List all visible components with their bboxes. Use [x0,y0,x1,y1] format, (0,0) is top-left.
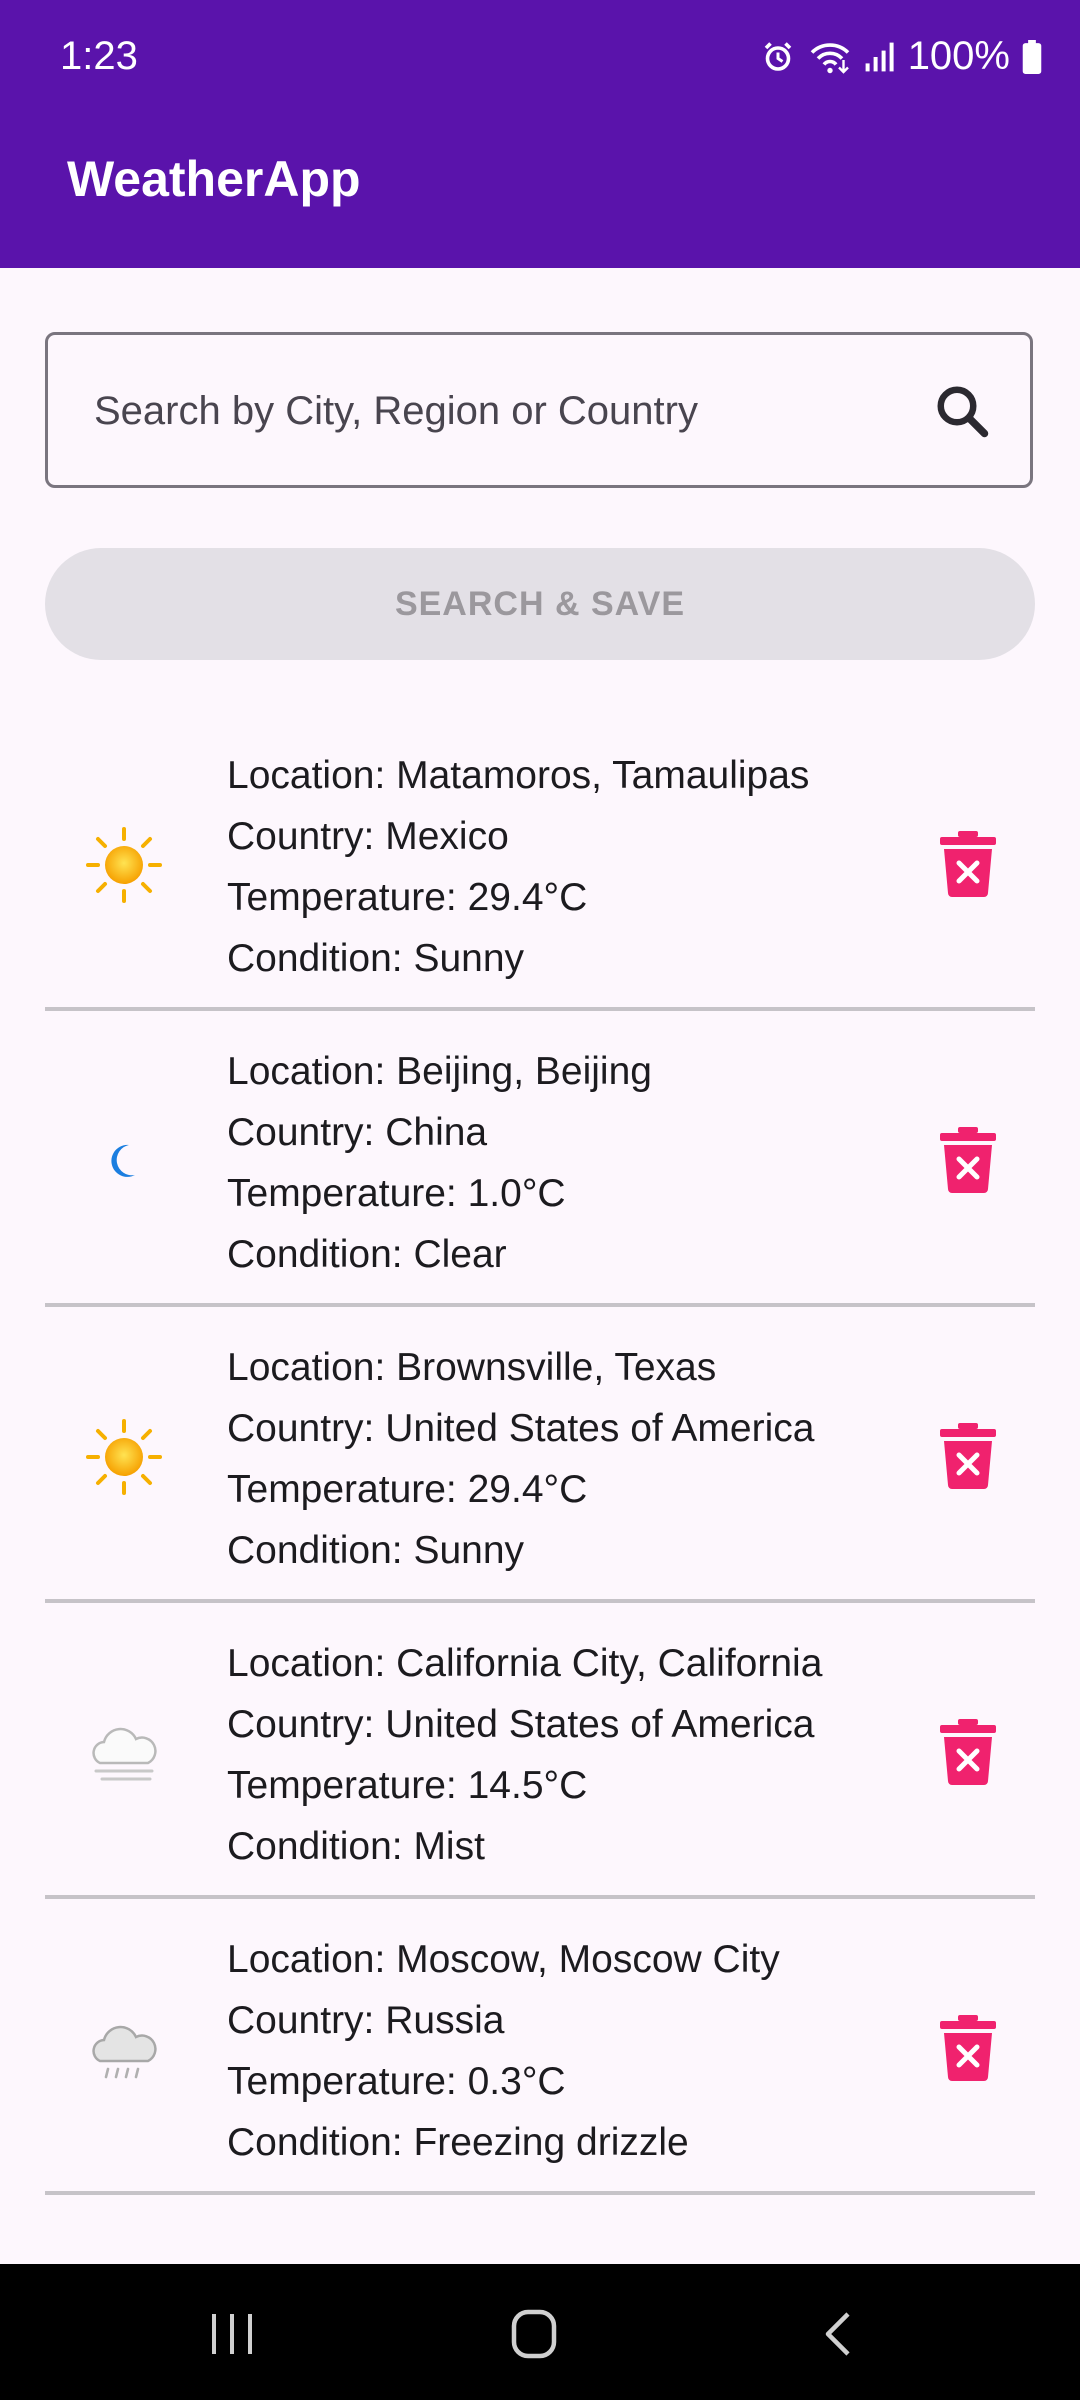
location-details: Location: Matamoros, Tamaulipas Country: … [227,745,809,989]
country-label: Country: China [227,1111,488,1154]
location-label: Location: Beijing, Beijing [227,1050,652,1093]
search-field[interactable] [45,332,1033,488]
temperature-label: Temperature: 14.5°C [227,1764,588,1807]
temperature-label: Temperature: 1.0°C [227,1172,566,1215]
delete-icon[interactable] [940,2015,996,2081]
location-label: Location: California City, California [227,1642,823,1685]
signal-icon [865,42,894,71]
condition-label: Condition: Sunny [227,937,525,980]
home-icon[interactable] [510,2308,558,2360]
location-item[interactable]: Location: California City, California Cou… [0,1603,1080,1899]
mist-icon [82,1711,166,1795]
condition-label: Condition: Sunny [227,1529,525,1572]
battery-percent: 100% [907,34,1010,78]
sun-icon [82,823,166,907]
divider [45,2191,1035,2195]
recent-apps-icon[interactable] [208,2312,256,2356]
delete-icon[interactable] [940,1719,996,1785]
search-save-button[interactable]: SEARCH & SAVE [45,548,1035,660]
delete-icon[interactable] [940,1127,996,1193]
location-label: Location: Brownsville, Texas [227,1346,717,1389]
location-details: Location: Beijing, Beijing Country: China… [227,1041,652,1285]
temperature-label: Temperature: 29.4°C [227,876,588,919]
country-label: Country: Mexico [227,815,509,858]
location-list: Location: Matamoros, Tamaulipas Country: … [0,715,1080,2195]
search-input[interactable] [92,335,916,487]
condition-label: Condition: Freezing drizzle [227,2121,689,2164]
condition-label: Condition: Mist [227,1825,485,1868]
status-icons: 100% [760,34,1042,79]
country-label: Country: United States of America [227,1703,815,1746]
app-bar: WeatherApp [0,118,1080,268]
app-title: WeatherApp [67,151,361,207]
temperature-label: Temperature: 29.4°C [227,1468,588,1511]
moon-icon [82,1119,166,1203]
location-item[interactable]: Location: Beijing, Beijing Country: China… [0,1011,1080,1307]
country-label: Country: Russia [227,1999,505,2042]
battery-icon [1022,39,1042,74]
temperature-label: Temperature: 0.3°C [227,2060,566,2103]
location-details: Location: Brownsville, Texas Country: Uni… [227,1337,814,1581]
condition-label: Condition: Clear [227,1233,507,1276]
location-details: Location: California City, California Cou… [227,1633,822,1877]
location-item[interactable]: Location: Brownsville, Texas Country: Uni… [0,1307,1080,1603]
wifi-icon [810,42,849,74]
location-label: Location: Moscow, Moscow City [227,1938,780,1981]
status-bar: 1:23 100% [0,0,1080,118]
location-label: Location: Matamoros, Tamaulipas [227,754,810,797]
back-icon[interactable] [822,2310,852,2358]
alarm-icon [764,41,791,71]
location-details: Location: Moscow, Moscow City Country: Ru… [227,1929,780,2173]
delete-icon[interactable] [940,831,996,897]
delete-icon[interactable] [940,1423,996,1489]
search-icon[interactable] [932,381,992,441]
country-label: Country: United States of America [227,1407,815,1450]
status-time: 1:23 [60,34,138,78]
freezing-drizzle-icon [82,2007,166,2091]
location-item[interactable]: Location: Moscow, Moscow City Country: Ru… [0,1899,1080,2195]
sun-icon [82,1415,166,1499]
location-item[interactable]: Location: Matamoros, Tamaulipas Country: … [0,715,1080,1011]
navigation-bar [0,2264,1080,2400]
